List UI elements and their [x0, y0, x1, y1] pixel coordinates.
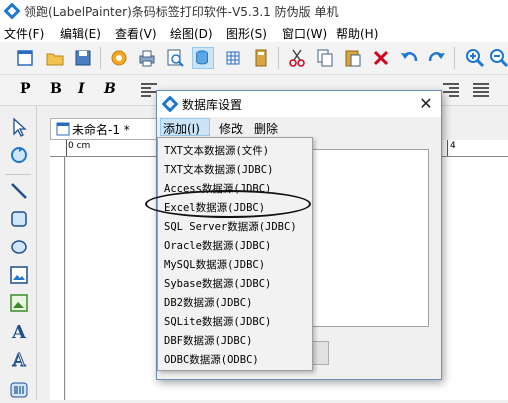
italic-button[interactable]: I	[78, 81, 85, 97]
bold-button[interactable]: B	[50, 81, 62, 97]
dialog-menu-add[interactable]: 添加(I)	[160, 118, 210, 136]
line-tool-icon[interactable]	[8, 180, 30, 202]
menu-window[interactable]: 窗口(W)	[282, 25, 327, 42]
menu-item-sybase[interactable]: Sybase数据源(JDBC)	[164, 276, 271, 291]
app-logo-icon	[3, 2, 21, 20]
close-icon[interactable]: ✕	[415, 93, 437, 115]
delete-icon[interactable]	[370, 47, 392, 69]
dialog-app-icon	[161, 95, 179, 113]
ruler-tick	[66, 140, 67, 156]
undo-icon[interactable]	[398, 47, 420, 69]
menu-item-txt-jdbc[interactable]: TXT文本数据源(JDBC)	[164, 162, 273, 177]
menu-draw[interactable]: 绘图(D)	[170, 25, 213, 42]
toolbar-separator	[100, 47, 101, 69]
database-icon[interactable]	[192, 47, 214, 69]
image-tool-icon[interactable]	[8, 264, 30, 286]
grid-icon[interactable]	[222, 47, 244, 69]
add-datasource-dropdown: TXT文本数据源(文件) TXT文本数据源(JDBC) Access数据源(JD…	[157, 137, 313, 371]
document-icon	[56, 122, 70, 136]
menu-view[interactable]: 查看(V)	[115, 25, 157, 42]
menu-item-oracle[interactable]: Oracle数据源(JDBC)	[164, 238, 271, 253]
menu-edit[interactable]: 编辑(E)	[60, 25, 101, 42]
menu-item-mysql[interactable]: MySQL数据源(JDBC)	[164, 257, 265, 272]
toolbar-separator	[278, 47, 279, 69]
align-right-icon[interactable]	[440, 79, 462, 101]
menu-item-odbc[interactable]: ODBC数据源(ODBC)	[164, 352, 259, 367]
cut-icon[interactable]	[286, 47, 308, 69]
title-bar: 领跑(LabelPainter)条码标签打印软件-V5.3.1 防伪版 单机	[0, 0, 508, 22]
dialog-menu-add-label: 添加(I)	[163, 122, 200, 136]
rotate-tool-icon[interactable]	[8, 144, 30, 166]
settings-gear-icon[interactable]	[108, 47, 130, 69]
menu-item-db2[interactable]: DB2数据源(JDBC)	[164, 295, 252, 310]
toolbar-separator	[454, 47, 455, 69]
picture-tool-icon[interactable]	[8, 292, 30, 314]
bold-italic-button[interactable]: B	[104, 81, 116, 97]
copy-icon[interactable]	[314, 47, 336, 69]
outline-text-tool-icon[interactable]: A	[8, 350, 30, 372]
vertical-ruler	[50, 157, 65, 400]
menu-item-sqlite[interactable]: SQLite数据源(JDBC)	[164, 314, 271, 329]
align-justify-icon[interactable]	[470, 79, 492, 101]
zoom-out-icon[interactable]	[488, 47, 508, 69]
menu-item-dbf[interactable]: DBF数据源(JDBC)	[164, 333, 252, 348]
paste-icon[interactable]	[342, 47, 364, 69]
new-file-icon[interactable]	[14, 47, 36, 69]
dialog-title: 数据库设置	[182, 98, 243, 112]
dialog-title-bar: 数据库设置 ✕	[157, 91, 441, 117]
zoom-in-icon[interactable]	[464, 47, 486, 69]
ruler-origin-label: 0 cm	[68, 141, 91, 151]
window-title: 领跑(LabelPainter)条码标签打印软件-V5.3.1 防伪版 单机	[24, 5, 339, 19]
ellipse-tool-icon[interactable]	[8, 236, 30, 258]
print-preview-icon[interactable]	[164, 47, 186, 69]
menu-item-txt-file[interactable]: TXT文本数据源(文件)	[164, 143, 269, 158]
select-arrow-icon[interactable]	[8, 116, 30, 138]
main-toolbar	[0, 42, 508, 75]
save-icon[interactable]	[72, 47, 94, 69]
toolbox-separator	[5, 174, 31, 175]
dialog-menu-bar: 添加(I) 修改 删除	[157, 117, 441, 137]
redo-icon[interactable]	[426, 47, 448, 69]
menu-file[interactable]: 文件(F)	[4, 25, 44, 42]
calculator-icon[interactable]	[250, 47, 272, 69]
dialog-menu-edit[interactable]: 修改	[219, 120, 243, 137]
datasource-list[interactable]	[309, 149, 429, 327]
highlight-ellipse-annotation	[145, 190, 311, 218]
left-toolbox: A A	[0, 106, 37, 400]
document-tab-label: 未命名-1 *	[72, 123, 130, 137]
barcode-tool-icon[interactable]	[8, 378, 30, 400]
menu-bar: 文件(F) 编辑(E) 查看(V) 绘图(D) 图形(S) 窗口(W) 帮助(H…	[0, 22, 508, 42]
ruler-tick	[447, 140, 448, 156]
open-folder-icon[interactable]	[44, 47, 66, 69]
paragraph-button[interactable]: P	[20, 81, 31, 97]
dialog-menu-delete[interactable]: 删除	[254, 120, 278, 137]
ruler-mark-label: 4	[450, 141, 456, 151]
rectangle-tool-icon[interactable]	[8, 208, 30, 230]
menu-item-sqlserver[interactable]: SQL Server数据源(JDBC)	[164, 219, 297, 234]
text-tool-icon[interactable]: A	[8, 322, 30, 344]
print-icon[interactable]	[136, 47, 158, 69]
menu-shape[interactable]: 图形(S)	[226, 25, 267, 42]
menu-help[interactable]: 帮助(H)	[336, 25, 378, 42]
